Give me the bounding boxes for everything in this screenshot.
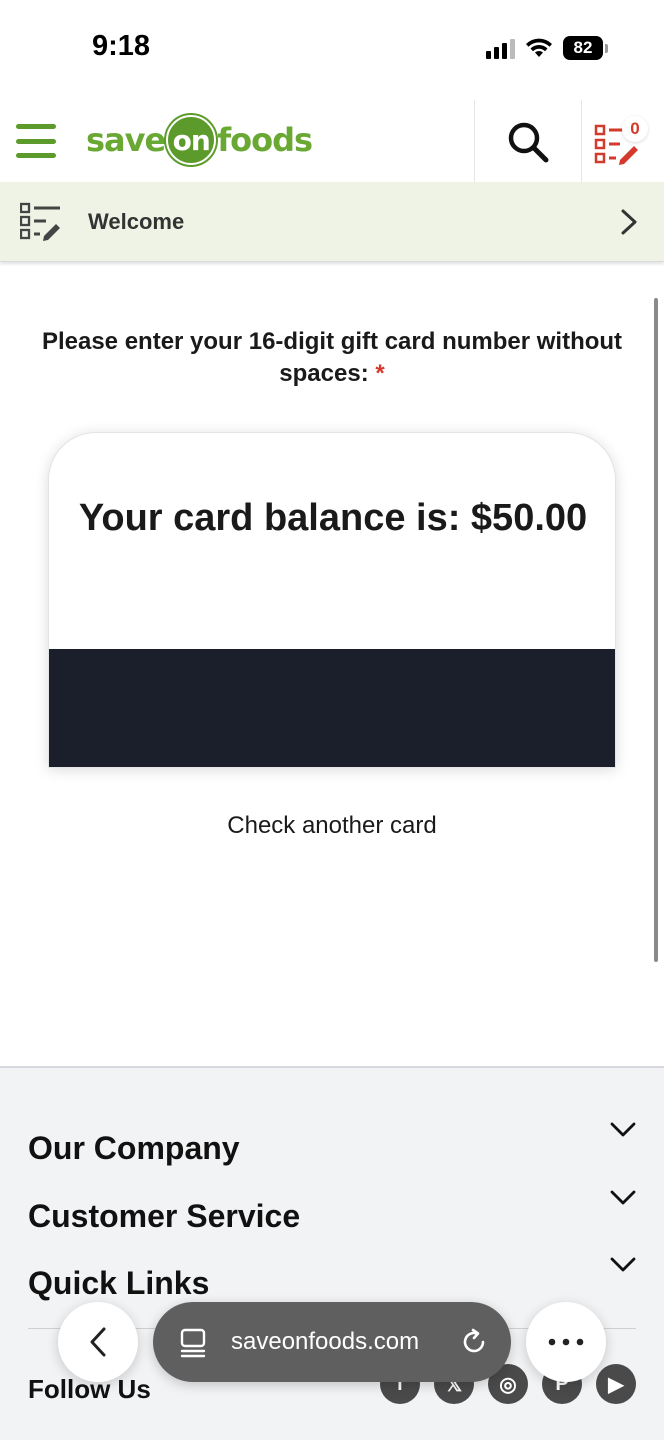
logo-part-on: on: [166, 115, 217, 165]
wifi-icon: [526, 38, 552, 57]
back-chevron-icon: [90, 1327, 106, 1357]
search-button[interactable]: [500, 114, 556, 170]
gift-card-prompt: Please enter your 16-digit gift card num…: [40, 326, 624, 390]
status-time: 9:18: [92, 30, 151, 62]
battery-level: 82: [563, 36, 603, 60]
url-text: saveonfoods.com: [231, 1328, 420, 1355]
shopping-list-button[interactable]: 0: [590, 114, 650, 170]
list-edit-icon: [20, 202, 60, 241]
card-balance: Your card balance is: $50.00: [78, 497, 588, 539]
status-icons: 82: [486, 36, 608, 60]
card-magnetic-band: [49, 649, 615, 767]
header-divider: [474, 100, 475, 182]
site-header: save on foods 0: [0, 100, 664, 182]
youtube-icon[interactable]: ▶: [596, 1364, 636, 1404]
signal-icon: [486, 37, 515, 59]
browser-back-button[interactable]: [58, 1302, 138, 1382]
required-marker: *: [375, 360, 385, 387]
chevron-down-icon[interactable]: [610, 1257, 636, 1273]
reload-icon[interactable]: [459, 1327, 489, 1357]
status-bar: 9:18 82: [0, 0, 664, 100]
more-icon: [548, 1338, 584, 1346]
prompt-text: Please enter your 16-digit gift card num…: [41, 328, 623, 387]
page-scrollbar[interactable]: [654, 298, 658, 962]
footer-section-quick-links[interactable]: Quick Links: [28, 1265, 209, 1302]
header-divider: [581, 100, 582, 182]
chevron-right-icon: [621, 209, 637, 235]
site-footer: Our Company Customer Service Quick Links…: [0, 1066, 664, 1440]
welcome-label: Welcome: [88, 209, 185, 234]
battery-icon: 82: [563, 36, 608, 60]
footer-section-customer-service[interactable]: Customer Service: [28, 1198, 300, 1235]
chevron-down-icon[interactable]: [610, 1122, 636, 1138]
list-count-badge: 0: [622, 116, 648, 142]
chevron-down-icon[interactable]: [610, 1190, 636, 1206]
browser-more-button[interactable]: [526, 1302, 606, 1382]
browser-address-bar[interactable]: saveonfoods.com: [153, 1302, 511, 1382]
check-another-card-link[interactable]: Check another card: [0, 812, 664, 840]
search-icon: [508, 122, 549, 163]
logo-part-save: save: [86, 121, 166, 159]
page-menu-icon[interactable]: [179, 1328, 207, 1358]
footer-section-our-company[interactable]: Our Company: [28, 1130, 240, 1167]
menu-icon[interactable]: [16, 124, 56, 158]
welcome-bar[interactable]: Welcome: [0, 182, 664, 262]
logo-part-foods: foods: [217, 121, 313, 159]
gift-card-result: Your card balance is: $50.00: [48, 432, 616, 768]
save-on-foods-logo[interactable]: save on foods: [86, 110, 313, 170]
